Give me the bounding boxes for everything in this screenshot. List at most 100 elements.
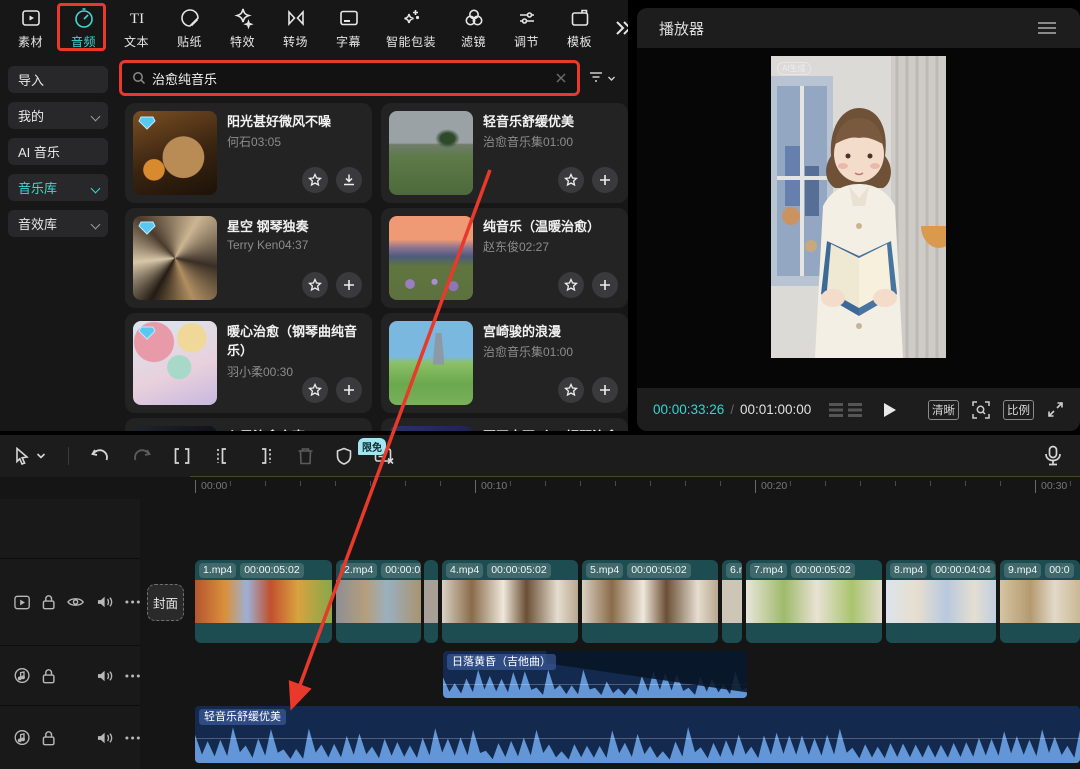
chevron-down-icon — [36, 452, 46, 460]
audio-clip-label: 轻音乐舒缓优美 — [199, 709, 286, 725]
star-icon — [308, 173, 322, 187]
sidebar-item-ai-music[interactable]: AI 音乐 — [8, 138, 108, 165]
add-to-track-button[interactable] — [592, 272, 618, 298]
tab-sticker[interactable]: 贴纸 — [163, 6, 216, 50]
filters-icon — [462, 6, 486, 30]
favorite-button[interactable] — [558, 167, 584, 193]
download-icon — [342, 173, 356, 187]
add-to-track-button[interactable] — [592, 377, 618, 403]
clear-search-icon[interactable] — [555, 72, 567, 84]
tab-transition[interactable]: 转场 — [269, 6, 322, 50]
music-title: 暖心治愈（钢琴曲纯音乐） — [227, 323, 365, 361]
add-to-track-button[interactable] — [336, 272, 362, 298]
favorite-button[interactable] — [302, 377, 328, 403]
sidebar-item-music-library[interactable]: 音乐库 — [8, 174, 108, 201]
add-to-track-button[interactable] — [592, 167, 618, 193]
clip-thumbnail — [424, 580, 438, 623]
split-keep-right-button[interactable] — [255, 447, 275, 465]
download-button[interactable] — [336, 167, 362, 193]
select-tool-button[interactable] — [14, 447, 46, 465]
chevron-down-icon — [92, 113, 100, 121]
cursor-icon — [14, 447, 30, 465]
tab-templates[interactable]: 模板 — [553, 6, 606, 50]
video-clip[interactable]: 2.mp400:00:03:1 — [336, 560, 421, 643]
tab-adjust[interactable]: 调节 — [500, 6, 553, 50]
tab-captions[interactable]: 字幕 — [322, 6, 375, 50]
fullscreen-icon[interactable] — [1047, 401, 1064, 418]
sidebar-item-mine[interactable]: 我的 — [8, 102, 108, 129]
player-controls: 00:00:33:26 / 00:01:00:00 清晰 比例 — [637, 388, 1080, 431]
timeline-ruler[interactable]: 00:00 00:10 00:20 00:30 — [140, 477, 1080, 499]
music-card[interactable]: 轻音乐舒缓优美 治愈音乐集01:00 — [381, 103, 628, 203]
add-to-track-button[interactable] — [336, 377, 362, 403]
record-voiceover-mic-icon[interactable] — [1044, 445, 1062, 467]
star-icon — [564, 173, 578, 187]
plus-icon — [598, 173, 612, 187]
sidebar-item-sfx-library[interactable]: 音效库 — [8, 210, 108, 237]
lock-icon[interactable] — [42, 730, 55, 746]
music-card[interactable]: 宫崎骏的浪漫 治愈音乐集01:00 — [381, 313, 628, 413]
redo-button[interactable] — [132, 448, 151, 464]
favorite-button[interactable] — [302, 167, 328, 193]
video-clip[interactable]: 4.mp400:00:05:02 — [442, 560, 578, 643]
music-card[interactable]: 纯音乐（温暖治愈） 赵东俊02:27 — [381, 208, 628, 308]
expand-tabs-button[interactable] — [606, 19, 628, 37]
music-card[interactable]: 夏至未至（0.0钢琴治愈 — [381, 418, 628, 431]
templates-icon — [568, 6, 592, 30]
video-clip[interactable]: 1.mp400:00:05:02 — [195, 560, 332, 643]
more-options-icon[interactable] — [125, 674, 140, 678]
split-keep-left-button[interactable] — [213, 447, 233, 465]
search-input[interactable] — [152, 71, 549, 86]
music-card[interactable]: 星空 钢琴独奏 Terry Ken04:37 — [125, 208, 372, 308]
queue-list-icons[interactable] — [829, 402, 863, 418]
video-clip[interactable]: 5.mp400:00:05:02 — [582, 560, 718, 643]
favorite-button[interactable] — [558, 377, 584, 403]
more-options-icon[interactable] — [125, 600, 140, 604]
tab-filters[interactable]: 滤镜 — [447, 6, 500, 50]
speaker-icon[interactable] — [97, 731, 113, 745]
video-clip[interactable]: 6.m — [722, 560, 742, 643]
eye-icon[interactable] — [67, 596, 84, 608]
ratio-button[interactable]: 比例 — [1003, 400, 1034, 420]
tab-text[interactable]: TI 文本 — [110, 6, 163, 50]
video-clip[interactable]: 7.mp400:00:05:02 — [746, 560, 882, 643]
focus-zoom-icon[interactable] — [972, 401, 990, 419]
clarity-button[interactable]: 清晰 — [928, 400, 959, 420]
play-button[interactable] — [883, 402, 897, 418]
tab-media[interactable]: 素材 — [4, 6, 57, 50]
tab-smart-pack[interactable]: 智能包装 — [375, 6, 447, 50]
more-options-icon[interactable] — [125, 736, 140, 740]
ruler-label: 00:10 — [475, 480, 507, 493]
tab-sticker-label: 贴纸 — [177, 33, 202, 50]
tab-audio[interactable]: 音频 — [57, 6, 110, 50]
favorite-button[interactable] — [302, 272, 328, 298]
lock-icon[interactable] — [42, 668, 55, 684]
search-field[interactable] — [122, 71, 577, 86]
timeline-toolbar: 限免 — [0, 435, 1080, 477]
video-clip[interactable] — [424, 560, 438, 643]
mask-button[interactable] — [336, 447, 352, 465]
speaker-icon[interactable] — [97, 669, 113, 683]
filter-button[interactable] — [588, 66, 622, 90]
speaker-icon[interactable] — [97, 595, 113, 609]
music-meta: 赵东俊02:27 — [483, 238, 549, 255]
split-button[interactable] — [173, 447, 191, 465]
clip-thumbnail — [722, 580, 742, 623]
player-menu-icon[interactable] — [1036, 21, 1058, 35]
audio-clip[interactable]: 轻音乐舒缓优美 — [195, 706, 1080, 763]
video-clip[interactable]: 9.mp400:0 — [1000, 560, 1080, 643]
music-card[interactable]: 心灵治愈之声 — [125, 418, 372, 431]
delete-button[interactable] — [297, 447, 314, 465]
music-card[interactable]: 阳光甚好微风不噪 何石03:05 — [125, 103, 372, 203]
tab-effects[interactable]: 特效 — [216, 6, 269, 50]
audio-clip[interactable]: 日落黄昏（吉他曲） — [443, 651, 747, 698]
undo-button[interactable] — [91, 448, 110, 464]
music-thumbnail — [133, 321, 217, 405]
smart-pack-icon — [399, 6, 423, 30]
cover-button[interactable]: 封面 — [147, 584, 184, 621]
video-clip[interactable]: 8.mp400:00:04:04 — [886, 560, 996, 643]
sidebar-item-import[interactable]: 导入 — [8, 66, 108, 93]
favorite-button[interactable] — [558, 272, 584, 298]
lock-icon[interactable] — [42, 594, 55, 610]
music-card[interactable]: 暖心治愈（钢琴曲纯音乐） 羽小柔00:30 — [125, 313, 372, 413]
